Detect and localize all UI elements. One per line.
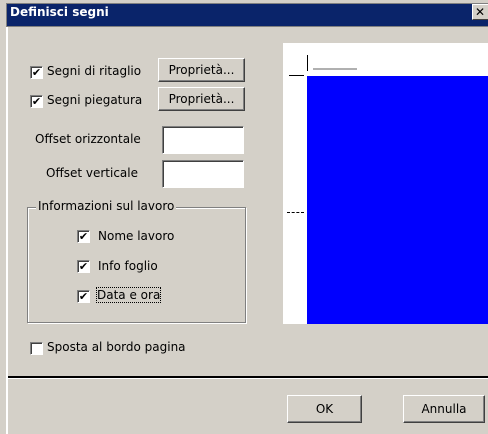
- crop-marks-properties-button[interactable]: Proprietà...: [158, 58, 245, 82]
- close-button[interactable]: ✕: [472, 4, 488, 20]
- fold-marks-properties-button[interactable]: Proprietà...: [158, 87, 245, 111]
- job-info-group-title: Informazioni sul lavoro: [36, 199, 177, 213]
- job-name-checkbox[interactable]: ✔: [77, 230, 90, 243]
- ok-button[interactable]: OK: [287, 395, 362, 423]
- crop-marks-label: Segni di ritaglio: [47, 64, 142, 78]
- fold-mark: [287, 212, 304, 213]
- crop-mark-horizontal: [289, 75, 304, 76]
- check-icon: ✔: [31, 95, 42, 108]
- fold-marks-checkbox[interactable]: ✔: [30, 95, 43, 108]
- move-to-edge-checkbox[interactable]: [30, 342, 43, 355]
- horizontal-offset-field[interactable]: [162, 126, 244, 154]
- vertical-offset-label: Offset verticale: [46, 166, 138, 180]
- horizontal-offset-label: Offset orizzontale: [35, 132, 141, 146]
- crop-marks-checkbox[interactable]: ✔: [30, 66, 43, 79]
- window-left-edge: [6, 27, 8, 434]
- check-icon: ✔: [78, 260, 89, 273]
- check-icon: ✔: [78, 290, 89, 303]
- preview-page: [307, 76, 488, 324]
- sheet-info-checkbox[interactable]: ✔: [77, 260, 90, 273]
- close-icon: ✕: [475, 5, 486, 19]
- info-text-marker: [313, 68, 357, 70]
- crop-mark-vertical: [307, 55, 308, 71]
- date-time-label: Data e ora: [95, 287, 162, 303]
- cancel-button[interactable]: Annulla: [403, 395, 485, 423]
- check-icon: ✔: [78, 230, 89, 243]
- move-to-edge-label: Sposta al bordo pagina: [47, 340, 186, 354]
- window-title: Definisci segni: [10, 5, 109, 19]
- separator-highlight: [8, 378, 488, 379]
- fold-marks-label: Segni piegatura: [47, 93, 143, 107]
- date-time-checkbox[interactable]: ✔: [77, 290, 90, 303]
- vertical-offset-field[interactable]: [162, 160, 244, 188]
- job-name-label: Nome lavoro: [98, 229, 175, 243]
- check-icon: ✔: [31, 66, 42, 79]
- sheet-info-label: Info foglio: [98, 259, 158, 273]
